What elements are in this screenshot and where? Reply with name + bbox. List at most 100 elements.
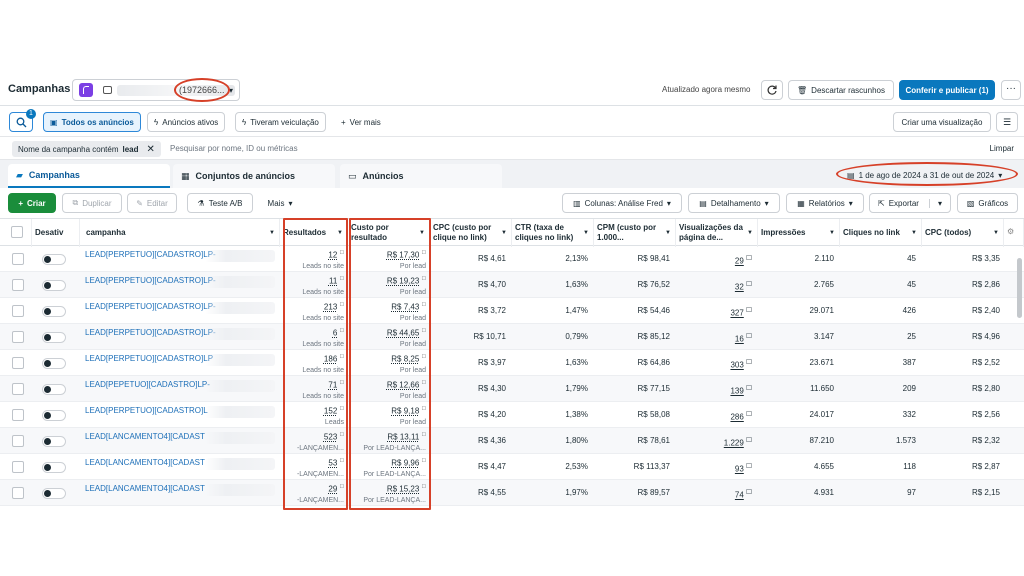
tab-campaigns[interactable]: ▰ Campanhas — [8, 164, 170, 188]
campaign-toggle[interactable] — [42, 358, 66, 369]
table-row[interactable]: LEAD[PEPETUO][CADASTRO]LP- 71 ☐ Leads no … — [0, 376, 1024, 402]
campaign-name-link[interactable]: LEAD[PERPETUO][CADASTRO]L — [85, 406, 208, 415]
more-button[interactable]: Mais ▾ — [260, 193, 300, 213]
header-impressions[interactable]: Impressões ▼ — [758, 219, 840, 247]
active-ads-chip[interactable]: ϟ Anúncios ativos — [147, 112, 226, 132]
columns-button[interactable]: ▥ Colunas: Análise Fred ▾ — [562, 193, 682, 213]
campaign-name-link[interactable]: LEAD[PEPETUO][CADASTRO]LP- — [85, 380, 210, 389]
row-checkbox[interactable] — [12, 357, 24, 369]
campaign-toggle[interactable] — [42, 280, 66, 291]
row-checkbox[interactable] — [12, 409, 24, 421]
campaign-name-link[interactable]: LEAD[PERPETUO][CADASTRO]LP — [85, 354, 213, 363]
views-value[interactable]: 1.229 — [724, 439, 744, 448]
campaign-toggle[interactable] — [42, 436, 66, 447]
vertical-scrollbar[interactable] — [1017, 258, 1022, 318]
table-row[interactable]: LEAD[PERPETUO][CADASTRO]LP- 213 ☐ Leads n… — [0, 298, 1024, 324]
columns-icon: ▥ — [573, 198, 581, 208]
campaign-name-link[interactable]: LEAD[LANCAMENTO4][CADAST — [85, 432, 205, 441]
close-icon[interactable]: ✕ — [147, 144, 155, 155]
ab-test-button[interactable]: ⚗ Teste A/B — [187, 193, 253, 213]
row-checkbox[interactable] — [12, 279, 24, 291]
all-ads-chip[interactable]: ▣ Todos os anúncios — [43, 112, 141, 132]
search-button[interactable]: 1 — [9, 109, 36, 132]
views-value[interactable]: 16 — [735, 335, 744, 344]
row-checkbox[interactable] — [12, 253, 24, 265]
campaign-toggle[interactable] — [42, 488, 66, 499]
table-row[interactable]: LEAD[LANCAMENTO4][CADAST 29 ☐ -LANÇAMEN..… — [0, 480, 1024, 506]
filter-token[interactable]: Nome da campanha contém lead ✕ — [12, 141, 161, 157]
more-options-button[interactable]: ··· — [1001, 80, 1021, 100]
table-row[interactable]: LEAD[PERPETUO][CADASTRO]LP 186 ☐ Leads no… — [0, 350, 1024, 376]
filter-token-value: lead — [122, 144, 139, 154]
export-button[interactable]: ⇱ Exportar ▾ — [869, 193, 951, 213]
campaign-name-link[interactable]: LEAD[LANCAMENTO4][CADAST — [85, 458, 205, 467]
views-value[interactable]: 29 — [735, 257, 744, 266]
row-checkbox[interactable] — [12, 487, 24, 499]
header-ctr[interactable]: CTR (taxa de cliques no link) ▼ — [512, 219, 594, 247]
header-cpm[interactable]: CPM (custo por 1.000... ▼ — [594, 219, 676, 247]
views-value[interactable]: 74 — [735, 491, 744, 500]
campaign-toggle[interactable] — [42, 306, 66, 317]
table-row[interactable]: LEAD[PERPETUO][CADASTRO]LP- 12 ☐ Leads no… — [0, 246, 1024, 272]
select-all-checkbox[interactable] — [11, 226, 23, 238]
campaign-name-link[interactable]: LEAD[LANCAMENTO4][CADAST — [85, 484, 205, 493]
row-checkbox[interactable] — [12, 435, 24, 447]
review-publish-button[interactable]: Conferir e publicar (1) — [899, 80, 995, 100]
header-campaign[interactable]: campanha ▼ — [80, 219, 280, 247]
duplicate-button[interactable]: ⧉ Duplicar — [62, 193, 122, 213]
create-button[interactable]: + Criar — [8, 193, 56, 213]
views-value[interactable]: 327 — [730, 309, 743, 318]
clear-filters-link[interactable]: Limpar — [990, 144, 1014, 153]
views-cell: 74 ☐ — [676, 488, 752, 500]
header-cpc-all[interactable]: CPC (todos) ▼ — [922, 219, 1004, 247]
column-settings-icon[interactable]: ⚙ — [1004, 219, 1024, 247]
campaign-toggle[interactable] — [42, 384, 66, 395]
views-value[interactable]: 139 — [730, 387, 743, 396]
tab-adsets[interactable]: ▦ Conjuntos de anúncios — [173, 164, 335, 188]
table-row[interactable]: LEAD[PERPETUO][CADASTRO]LP- 11 ☐ Leads no… — [0, 272, 1024, 298]
reports-button[interactable]: ▦ Relatórios ▾ — [786, 193, 864, 213]
campaign-name-link[interactable]: LEAD[PERPETUO][CADASTRO]LP- — [85, 302, 216, 311]
table-row[interactable]: LEAD[PERPETUO][CADASTRO]LP- 6 ☐ Leads no … — [0, 324, 1024, 350]
sort-icon: ▼ — [993, 230, 999, 236]
views-value[interactable]: 303 — [730, 361, 743, 370]
breakdown-button[interactable]: ▤ Detalhamento ▾ — [688, 193, 780, 213]
header-cpc-link[interactable]: CPC (custo por clique no link) ▼ — [430, 219, 512, 247]
create-view-button[interactable]: Criar uma visualização — [893, 112, 991, 132]
header-link-clicks[interactable]: Cliques no link ▼ — [840, 219, 922, 247]
search-input[interactable]: Pesquisar por nome, ID ou métricas — [170, 144, 298, 153]
views-value[interactable]: 286 — [730, 413, 743, 422]
info-icon: ☐ — [746, 359, 752, 366]
sort-icon: ▼ — [829, 230, 835, 236]
breakdown-label: Detalhamento — [710, 198, 761, 208]
table-row[interactable]: LEAD[LANCAMENTO4][CADAST 523 ☐ -LANÇAMEN.… — [0, 428, 1024, 454]
ctr-cell: 1,97% — [565, 488, 588, 497]
had-delivery-chip[interactable]: ϟ Tiveram veiculação — [235, 112, 326, 132]
view-settings-button[interactable]: ☰ — [996, 112, 1018, 132]
discard-drafts-button[interactable]: 🗑 Descartar rascunhos — [788, 80, 894, 100]
campaign-name-link[interactable]: LEAD[PERPETUO][CADASTRO]LP- — [85, 250, 216, 259]
edit-button[interactable]: ✎ Editar — [127, 193, 177, 213]
tab-ads[interactable]: ▭ Anúncios — [340, 164, 502, 188]
chevron-down-icon[interactable]: ▾ — [928, 198, 942, 208]
charts-button[interactable]: ▧ Gráficos — [957, 193, 1018, 213]
views-value[interactable]: 32 — [735, 283, 744, 292]
header-page-views[interactable]: Visualizações da página de... ▼ — [676, 219, 758, 247]
campaign-name-link[interactable]: LEAD[PERPETUO][CADASTRO]LP- — [85, 328, 216, 337]
header-toggle[interactable]: Desativ — [32, 219, 80, 247]
campaign-toggle[interactable] — [42, 462, 66, 473]
row-checkbox[interactable] — [12, 331, 24, 343]
breakdown-icon: ▤ — [699, 198, 707, 208]
campaign-toggle[interactable] — [42, 332, 66, 343]
table-row[interactable]: LEAD[PERPETUO][CADASTRO]L 152 ☐ Leads R$ … — [0, 402, 1024, 428]
row-checkbox[interactable] — [12, 383, 24, 395]
row-checkbox[interactable] — [12, 461, 24, 473]
campaign-toggle[interactable] — [42, 254, 66, 265]
campaign-name-link[interactable]: LEAD[PERPETUO][CADASTRO]LP- — [85, 276, 216, 285]
views-value[interactable]: 93 — [735, 465, 744, 474]
table-row[interactable]: LEAD[LANCAMENTO4][CADAST 53 ☐ -LANÇAMEN..… — [0, 454, 1024, 480]
campaign-toggle[interactable] — [42, 410, 66, 421]
see-more-chip[interactable]: + Ver mais — [335, 112, 387, 132]
refresh-button[interactable] — [761, 80, 783, 100]
row-checkbox[interactable] — [12, 305, 24, 317]
